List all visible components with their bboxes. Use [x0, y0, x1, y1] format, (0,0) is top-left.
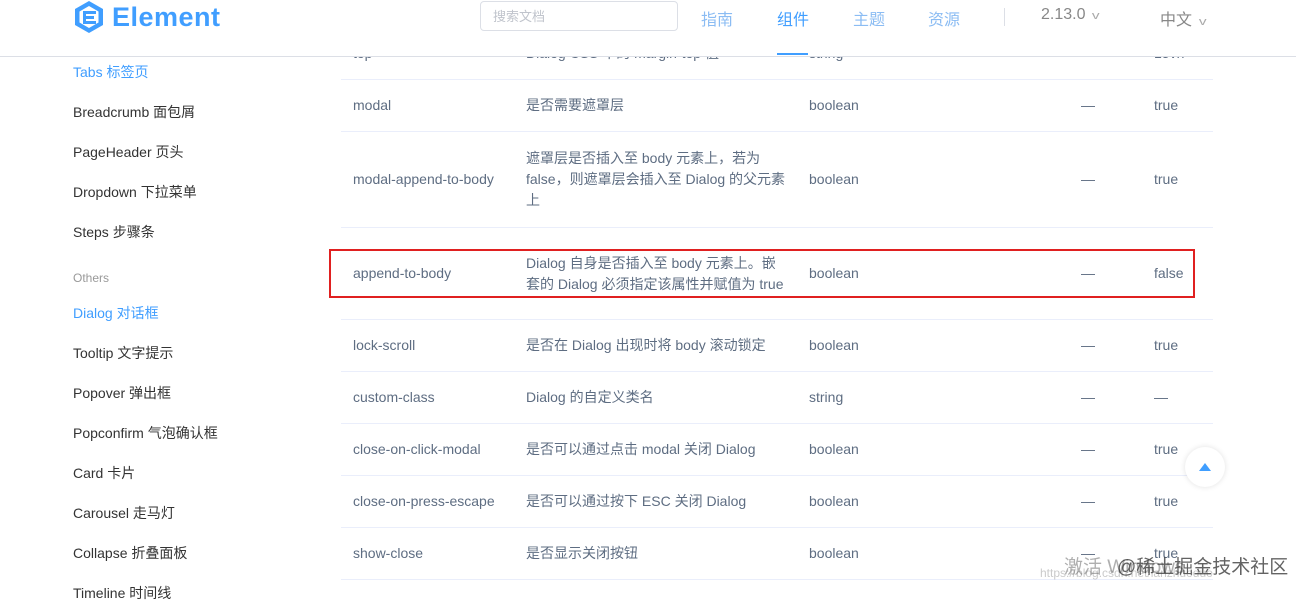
type-cell: boolean — [809, 265, 859, 281]
nav-theme[interactable]: 主题 — [853, 6, 885, 30]
desc-cell: Dialog 自身是否插入至 body 元素上。嵌套的 Dialog 必须指定该… — [526, 254, 784, 292]
sidebar-item-steps[interactable]: Steps 步骤条 — [73, 222, 155, 242]
sidebar-group-label: Others — [73, 271, 110, 285]
language-label: 中文 — [1160, 12, 1193, 29]
param-cell: modal-append-to-body — [353, 171, 494, 187]
desc-cell: Dialog 的自定义类名 — [526, 389, 654, 405]
table-row: modal 是否需要遮罩层 boolean — true — [341, 80, 1213, 132]
default-cell: true — [1154, 337, 1179, 353]
sidebar-item-carousel[interactable]: Carousel 走马灯 — [73, 503, 175, 523]
param-cell: lock-scroll — [353, 337, 416, 353]
default-cell: — — [1154, 389, 1168, 405]
param-cell: show-close — [353, 545, 424, 561]
type-cell: boolean — [809, 171, 859, 187]
version-label: 2.13.0 — [1041, 6, 1086, 23]
sidebar-item-collapse[interactable]: Collapse 折叠面板 — [73, 543, 187, 563]
default-cell: true — [1154, 97, 1179, 113]
table-row: close-on-click-modal 是否可以通过点击 modal 关闭 D… — [341, 424, 1213, 476]
param-cell: modal — [353, 97, 392, 113]
language-select[interactable]: 中文 v — [1160, 6, 1207, 30]
options-cell: — — [1081, 171, 1095, 187]
desc-cell: 是否可以通过按下 ESC 关闭 Dialog — [526, 493, 747, 509]
desc-cell: 是否显示关闭按钮 — [526, 545, 638, 561]
type-cell: boolean — [809, 97, 859, 113]
sidebar-item-breadcrumb[interactable]: Breadcrumb 面包屑 — [73, 102, 195, 122]
logo[interactable]: Element — [72, 0, 221, 34]
type-cell: string — [809, 389, 844, 405]
table-row: modal-append-to-body 遮罩层是否插入至 body 元素上，若… — [341, 132, 1213, 228]
type-cell: boolean — [809, 545, 859, 561]
sidebar-item-popconfirm[interactable]: Popconfirm 气泡确认框 — [73, 423, 218, 443]
element-logo-icon — [75, 1, 103, 33]
sidebar-item-timeline[interactable]: Timeline 时间线 — [73, 583, 171, 603]
active-nav-underline — [777, 53, 808, 55]
version-select[interactable]: 2.13.0 v — [1041, 6, 1101, 24]
nav-component[interactable]: 组件 — [777, 6, 809, 30]
sidebar-item-dropdown[interactable]: Dropdown 下拉菜单 — [73, 182, 197, 202]
sidebar-item-tabs[interactable]: Tabs 标签页 — [73, 62, 148, 82]
desc-cell: 遮罩层是否插入至 body 元素上，若为 false，则遮罩层会插入至 Dial… — [526, 150, 786, 208]
chevron-down-icon: v — [1198, 16, 1207, 28]
param-cell: close-on-press-escape — [353, 493, 495, 509]
options-cell: — — [1081, 389, 1095, 405]
logo-text: Element — [112, 2, 221, 32]
sidebar-item-popover[interactable]: Popover 弹出框 — [73, 383, 171, 403]
table-row: custom-class Dialog 的自定义类名 string — — — [341, 372, 1213, 424]
nav-resource[interactable]: 资源 — [928, 6, 960, 30]
sidebar-item-tooltip[interactable]: Tooltip 文字提示 — [73, 343, 173, 363]
nav-divider — [1004, 8, 1005, 26]
default-cell: true — [1154, 171, 1179, 187]
options-cell: — — [1081, 337, 1095, 353]
table-row: lock-scroll 是否在 Dialog 出现时将 body 滚动锁定 bo… — [341, 320, 1213, 372]
options-cell: — — [1081, 441, 1095, 457]
default-cell: false — [1154, 265, 1184, 281]
back-to-top-button[interactable] — [1185, 447, 1225, 487]
param-cell: append-to-body — [353, 265, 452, 281]
type-cell: boolean — [809, 493, 859, 509]
table-row: append-to-body Dialog 自身是否插入至 body 元素上。嵌… — [341, 228, 1213, 320]
param-cell: custom-class — [353, 389, 435, 405]
top-header: Element 指南 组件 主题 资源 2.13.0 v 中文 v — [0, 0, 1296, 57]
desc-cell: 是否可以通过点击 modal 关闭 Dialog — [526, 441, 756, 457]
desc-cell: 是否需要遮罩层 — [526, 97, 624, 113]
caret-up-icon — [1199, 463, 1211, 471]
type-cell: boolean — [809, 337, 859, 353]
search-input[interactable] — [480, 1, 678, 31]
sidebar-item-pageheader[interactable]: PageHeader 页头 — [73, 142, 184, 162]
sidebar: Tabs 标签页 Breadcrumb 面包屑 PageHeader 页头 Dr… — [0, 56, 300, 601]
table-row: close-on-press-escape 是否可以通过按下 ESC 关闭 Di… — [341, 476, 1213, 528]
type-cell: boolean — [809, 441, 859, 457]
sidebar-item-dialog[interactable]: Dialog 对话框 — [73, 303, 159, 323]
options-cell: — — [1081, 493, 1095, 509]
nav-guide[interactable]: 指南 — [701, 6, 733, 30]
options-cell: — — [1081, 97, 1095, 113]
desc-cell: 是否在 Dialog 出现时将 body 滚动锁定 — [526, 337, 766, 353]
chevron-down-icon: v — [1092, 10, 1101, 22]
param-cell: close-on-click-modal — [353, 441, 481, 457]
sidebar-item-card[interactable]: Card 卡片 — [73, 463, 135, 483]
juejin-watermark: @稀土掘金技术社区 — [1117, 557, 1289, 578]
options-cell: — — [1081, 265, 1095, 281]
